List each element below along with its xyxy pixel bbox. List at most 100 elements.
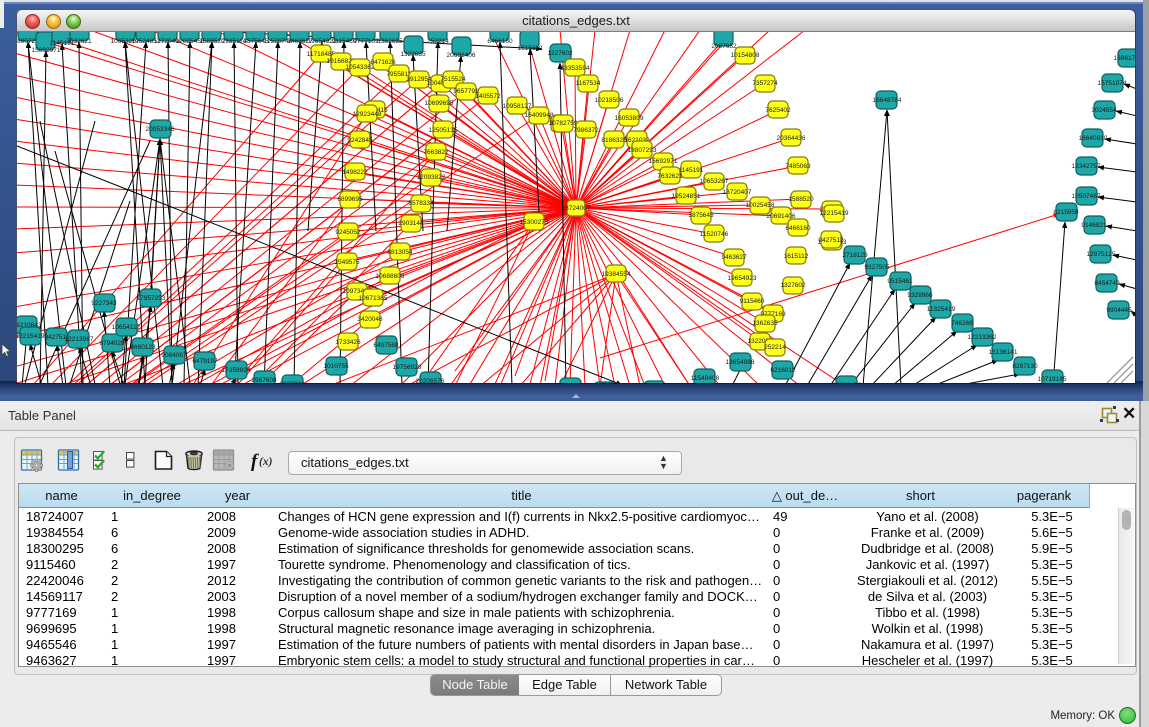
svg-text:9463627: 9463627 <box>721 254 747 261</box>
svg-text:17957253: 17957253 <box>137 295 166 302</box>
svg-text:8454749: 8454749 <box>1094 280 1120 287</box>
svg-text:12505135: 12505135 <box>429 127 458 134</box>
svg-text:7663822: 7663822 <box>423 149 449 156</box>
svg-text:9115460: 9115460 <box>740 298 765 305</box>
svg-text:9327505: 9327505 <box>864 264 890 271</box>
svg-text:17359924: 17359924 <box>222 367 251 374</box>
svg-text:19654988: 19654988 <box>726 359 755 366</box>
svg-text:10719185: 10719185 <box>1038 376 1067 383</box>
svg-text:12923448: 12923448 <box>353 111 382 118</box>
svg-text:20691406: 20691406 <box>447 52 476 59</box>
svg-text:3024554: 3024554 <box>1091 107 1117 114</box>
svg-text:19384554: 19384554 <box>602 271 631 278</box>
svg-text:9146821: 9146821 <box>1081 222 1107 229</box>
svg-text:1362635: 1362635 <box>752 320 778 327</box>
svg-text:20053346: 20053346 <box>146 126 175 133</box>
svg-text:10653267: 10653267 <box>700 178 729 185</box>
svg-text:11325419: 11325419 <box>927 306 956 313</box>
svg-text:2087682: 2087682 <box>711 43 737 50</box>
svg-text:8215958: 8215958 <box>1053 209 1079 216</box>
svg-text:10025458: 10025458 <box>746 202 775 209</box>
svg-text:1327602: 1327602 <box>780 282 806 289</box>
svg-text:7986372: 7986372 <box>573 127 599 134</box>
svg-text:7485063: 7485063 <box>785 163 811 170</box>
svg-text:20364436: 20364436 <box>777 135 806 142</box>
svg-text:10688609: 10688609 <box>376 273 405 280</box>
svg-text:13353594: 13353594 <box>561 65 590 72</box>
svg-text:7357274: 7357274 <box>752 80 778 87</box>
svg-text:1327602: 1327602 <box>547 50 573 57</box>
svg-text:12215419: 12215419 <box>820 210 849 217</box>
svg-text:1733426: 1733426 <box>335 339 361 346</box>
svg-text:9242845: 9242845 <box>347 137 373 144</box>
svg-text:6479197: 6479197 <box>192 358 218 365</box>
svg-text:13720407: 13720407 <box>723 189 752 196</box>
svg-text:16914479: 16914479 <box>833 382 862 383</box>
svg-text:19524851: 19524851 <box>672 193 701 200</box>
svg-text:1322035: 1322035 <box>400 51 426 58</box>
svg-text:10154808: 10154808 <box>731 52 760 59</box>
svg-text:11548408: 11548408 <box>691 375 720 382</box>
svg-text:10654112: 10654112 <box>112 324 141 331</box>
svg-text:9084067: 9084067 <box>161 352 187 359</box>
svg-text:9245052: 9245052 <box>335 229 361 236</box>
svg-text:7515524: 7515524 <box>440 76 466 83</box>
svg-text:8267130: 8267130 <box>1012 363 1038 370</box>
svg-text:6497568: 6497568 <box>373 342 399 349</box>
svg-text:15692971: 15692971 <box>649 158 678 165</box>
svg-text:8938933: 8938933 <box>279 381 305 383</box>
svg-text:3420046: 3420046 <box>357 316 383 323</box>
svg-text:(x): (x) <box>259 456 273 468</box>
svg-text:746266: 746266 <box>951 320 973 327</box>
svg-text:9794028: 9794028 <box>99 340 125 347</box>
svg-text:7632621: 7632621 <box>66 38 92 45</box>
svg-text:1362635: 1362635 <box>377 38 403 45</box>
svg-text:15300273: 15300273 <box>520 219 549 226</box>
svg-text:12975125: 12975125 <box>1087 251 1116 258</box>
svg-text:16640910: 16640910 <box>1079 135 1108 142</box>
svg-text:1405572: 1405572 <box>475 93 501 100</box>
svg-text:10782759: 10782759 <box>549 120 578 127</box>
svg-text:10958127: 10958127 <box>503 103 532 110</box>
svg-text:15751074: 15751074 <box>1098 80 1127 87</box>
svg-text:18724007: 18724007 <box>562 205 591 212</box>
svg-text:9515461: 9515461 <box>887 278 913 285</box>
svg-text:1588520: 1588520 <box>788 196 814 203</box>
svg-text:7632621: 7632621 <box>657 173 683 180</box>
svg-text:1615112: 1615112 <box>784 253 809 260</box>
svg-text:12213362: 12213362 <box>968 334 997 341</box>
svg-text:12213967: 12213967 <box>65 336 94 343</box>
svg-text:1615112: 1615112 <box>518 45 543 52</box>
svg-text:1010755: 1010755 <box>323 363 349 370</box>
svg-text:12093822: 12093822 <box>417 174 446 181</box>
svg-text:2903144: 2903144 <box>398 220 424 227</box>
svg-text:10507487: 10507487 <box>1072 193 1101 200</box>
svg-text:8186328: 8186328 <box>601 137 627 144</box>
svg-text:16053809: 16053809 <box>615 115 644 122</box>
svg-text:6466160: 6466160 <box>487 38 513 45</box>
svg-text:8813054: 8813054 <box>387 249 413 256</box>
svg-text:8660123: 8660123 <box>130 344 156 351</box>
svg-text:6899695: 6899695 <box>337 196 363 203</box>
svg-text:1549575: 1549575 <box>334 259 360 266</box>
svg-text:19654923: 19654923 <box>728 275 757 282</box>
svg-text:10218506: 10218506 <box>595 97 624 104</box>
svg-text:6466160: 6466160 <box>785 225 811 232</box>
svg-text:12215419: 12215419 <box>17 333 45 340</box>
svg-text:16961758: 16961758 <box>1114 55 1135 62</box>
svg-text:6216012: 6216012 <box>770 367 796 374</box>
svg-text:9427512: 9427512 <box>818 237 844 244</box>
svg-text:1167534: 1167534 <box>576 80 601 87</box>
svg-text:20206576: 20206576 <box>416 378 445 383</box>
svg-text:1498222: 1498222 <box>342 169 368 176</box>
svg-text:5578334: 5578334 <box>408 200 434 207</box>
svg-text:9904445: 9904445 <box>1106 307 1132 314</box>
svg-text:19756928: 19756928 <box>393 364 422 371</box>
svg-text:252214: 252214 <box>427 38 449 45</box>
svg-text:9777169: 9777169 <box>353 38 379 45</box>
svg-text:9227343: 9227343 <box>91 300 117 307</box>
svg-text:12342757: 12342757 <box>1072 163 1101 170</box>
svg-text:15692971: 15692971 <box>32 47 61 54</box>
svg-text:7625402: 7625402 <box>765 107 791 114</box>
svg-text:18807293: 18807293 <box>628 147 657 154</box>
